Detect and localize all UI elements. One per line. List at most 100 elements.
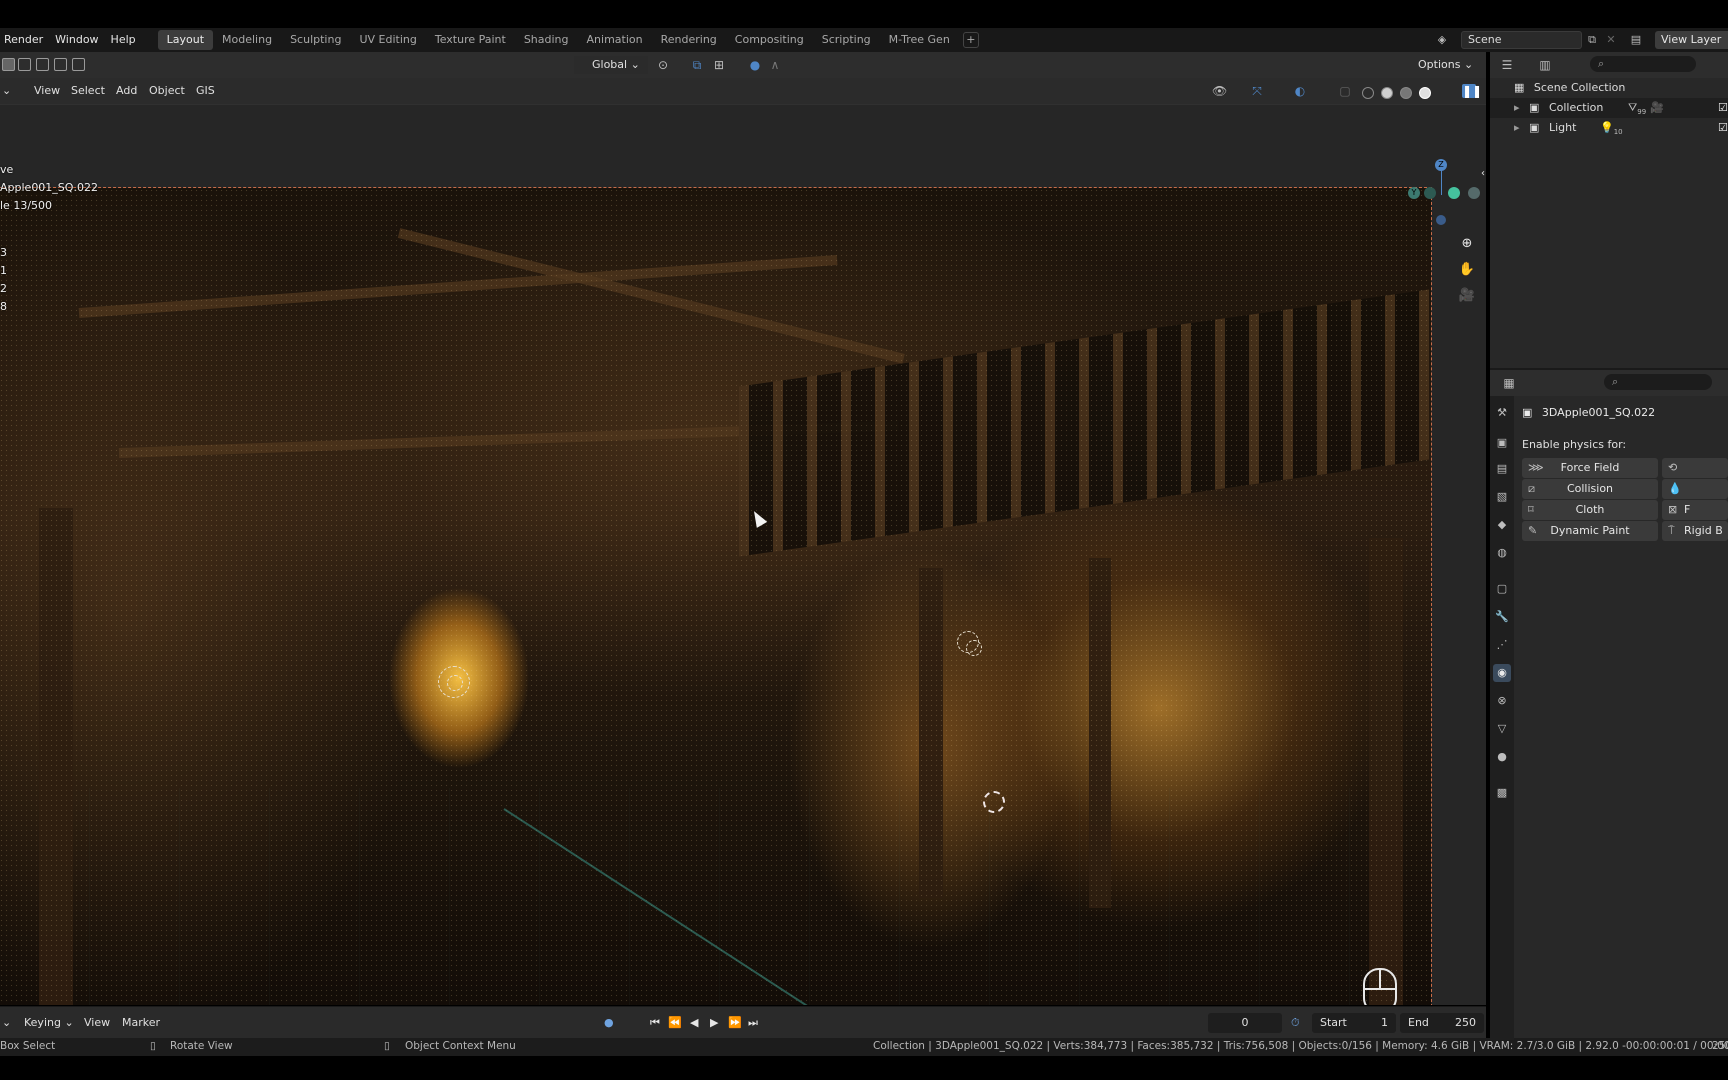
timeline-marker-menu[interactable]: Marker [122, 1016, 160, 1029]
tool-tab-icon[interactable]: ⚒ [1493, 404, 1511, 422]
sidebar-toggle-icon[interactable]: ‹ [1474, 165, 1486, 183]
tab-layout[interactable]: Layout [157, 30, 214, 50]
preview-range-icon[interactable]: ⏱ [1291, 1016, 1300, 1030]
properties-editor-icon[interactable]: ▦ [1502, 376, 1516, 390]
tab-modeling[interactable]: Modeling [213, 30, 281, 50]
properties-search-input[interactable]: ⌕ [1604, 374, 1712, 390]
view-layer-tab-icon[interactable]: ▧ [1493, 488, 1511, 506]
current-frame-field[interactable]: 0 [1208, 1013, 1282, 1033]
jump-end-icon[interactable]: ⏭ [748, 1016, 758, 1030]
tab-texture-paint[interactable]: Texture Paint [426, 30, 515, 50]
camera-icon[interactable]: 🎥 [1650, 98, 1664, 118]
menu-help[interactable]: Help [105, 29, 142, 51]
select-mode-intersect-icon[interactable] [72, 58, 85, 71]
tab-animation[interactable]: Animation [578, 30, 652, 50]
collision-button[interactable]: ⧄ Collision [1522, 479, 1658, 499]
checkbox-icon[interactable]: ☑ [1718, 98, 1728, 118]
select-mode-subtract-icon[interactable] [36, 58, 49, 71]
timeline-editor-dropdown[interactable]: ⌄ [2, 1016, 11, 1029]
tab-compositing[interactable]: Compositing [726, 30, 813, 50]
viewport-canvas[interactable]: ve Apple001_SQ.022 le 13/500 3 1 2 8 Z Y… [0, 105, 1486, 1005]
soft-body-button[interactable]: 💧 [1662, 479, 1728, 499]
tab-uv-editing[interactable]: UV Editing [350, 30, 425, 50]
tab-scripting[interactable]: Scripting [813, 30, 880, 50]
menu-view[interactable]: View [34, 84, 60, 97]
world-tab-icon[interactable]: ◍ [1493, 544, 1511, 562]
light-bulb-icon[interactable]: 💡10 [1600, 118, 1623, 142]
tab-m-tree-gen[interactable]: M-Tree Gen [880, 30, 959, 50]
snap-toggle-icon[interactable]: ⧉ [690, 58, 704, 72]
expand-arrow-icon[interactable]: ▸ [1514, 101, 1520, 114]
physics-tab-icon[interactable]: ◉ [1493, 664, 1511, 682]
output-tab-icon[interactable]: ▤ [1493, 460, 1511, 478]
snap-target-icon[interactable]: ⊞ [712, 58, 726, 72]
auto-keying-icon[interactable]: ● [604, 1016, 614, 1029]
editor-type-dropdown[interactable]: ⌄ [2, 84, 11, 97]
wireframe-shading-icon[interactable] [1362, 87, 1374, 99]
y-axis-icon[interactable]: Y [1408, 187, 1420, 199]
fluid-sim-button[interactable]: ⊠ F [1662, 500, 1728, 520]
tab-sculpting[interactable]: Sculpting [281, 30, 350, 50]
scene-selector[interactable]: Scene [1461, 31, 1582, 49]
material-tab-icon[interactable]: ● [1493, 748, 1511, 766]
play-reverse-icon[interactable]: ◀ [690, 1016, 698, 1029]
select-mode-extend-icon[interactable] [18, 58, 31, 71]
pause-render-icon[interactable]: ❚❚ [1462, 84, 1482, 98]
material-preview-icon[interactable] [1400, 87, 1412, 99]
constraints-tab-icon[interactable]: ⊗ [1493, 692, 1511, 710]
fluid-button[interactable]: ⟲ [1662, 458, 1728, 478]
falloff-icon[interactable]: ∧ [768, 58, 782, 72]
gizmo-toggle-icon[interactable]: ⤧ [1250, 84, 1264, 98]
menu-add[interactable]: Add [116, 84, 137, 97]
neg-x-axis-icon[interactable] [1468, 187, 1480, 199]
xray-toggle-icon[interactable]: ▢ [1338, 84, 1352, 98]
force-field-button[interactable]: ⋙ Force Field [1522, 458, 1658, 478]
pan-hand-icon[interactable]: ✋ [1458, 261, 1476, 279]
checkbox-icon[interactable]: ☑ [1718, 118, 1728, 138]
scene-icon[interactable]: ◈ [1436, 34, 1448, 46]
data-tab-icon[interactable]: ▽ [1493, 720, 1511, 738]
texture-tab-icon[interactable]: ▩ [1493, 784, 1511, 802]
display-mode-icon[interactable]: ▥ [1538, 58, 1552, 72]
view-layer-icon[interactable]: ▤ [1630, 34, 1642, 46]
select-mode-invert-icon[interactable] [54, 58, 67, 71]
timeline-view-menu[interactable]: View [84, 1016, 110, 1029]
expand-arrow-icon[interactable]: ▸ [1514, 121, 1520, 134]
add-workspace-button[interactable]: + [962, 32, 979, 48]
pivot-point-icon[interactable]: ⊙ [656, 58, 670, 72]
light-object-icon[interactable] [957, 631, 982, 656]
menu-select[interactable]: Select [71, 84, 105, 97]
start-frame-field[interactable]: Start 1 [1312, 1013, 1396, 1033]
cloth-button[interactable]: ⌑ Cloth [1522, 500, 1658, 520]
menu-object[interactable]: Object [149, 84, 185, 97]
jump-start-icon[interactable]: ⏮ [650, 1016, 660, 1030]
visibility-icon[interactable]: 👁 [1212, 84, 1227, 98]
play-icon[interactable]: ▶ [710, 1016, 718, 1029]
object-tab-icon[interactable]: ▢ [1493, 580, 1511, 598]
light-object-icon[interactable] [438, 666, 470, 698]
z-axis-icon[interactable]: Z [1435, 159, 1447, 171]
x-axis-icon[interactable] [1448, 187, 1460, 199]
delete-scene-icon[interactable]: ✕ [1605, 34, 1617, 46]
rigid-body-button[interactable]: ⍑ Rigid B [1662, 521, 1728, 541]
outliner-item-collection[interactable]: ▸ ▣ Collection ⛛99 🎥 ☑ [1490, 98, 1728, 118]
jump-keyframe-back-icon[interactable]: ⏪ [668, 1016, 682, 1029]
tab-rendering[interactable]: Rendering [652, 30, 726, 50]
select-mode-new-icon[interactable] [2, 58, 15, 71]
options-dropdown[interactable]: Options ⌄ [1418, 56, 1473, 74]
zoom-icon[interactable]: ⊕ [1458, 235, 1476, 253]
view-layer-selector[interactable]: View Layer [1655, 31, 1728, 49]
dynamic-paint-button[interactable]: ✎ Dynamic Paint [1522, 521, 1658, 541]
overlays-toggle-icon[interactable]: ◐ [1293, 84, 1307, 98]
neg-y-axis-icon[interactable] [1424, 187, 1436, 199]
neg-z-axis-icon[interactable] [1436, 215, 1446, 225]
rendered-shading-icon[interactable] [1419, 87, 1431, 99]
menu-render[interactable]: Render [0, 29, 49, 51]
proportional-edit-icon[interactable]: ● [748, 58, 762, 72]
keying-dropdown[interactable]: Keying ⌄ [24, 1016, 74, 1029]
end-frame-field[interactable]: End 250 [1400, 1013, 1484, 1033]
menu-gis[interactable]: GIS [196, 84, 215, 97]
camera-view-icon[interactable]: 🎥 [1458, 287, 1476, 305]
particles-tab-icon[interactable]: ⋰ [1493, 636, 1511, 654]
menu-window[interactable]: Window [49, 29, 104, 51]
